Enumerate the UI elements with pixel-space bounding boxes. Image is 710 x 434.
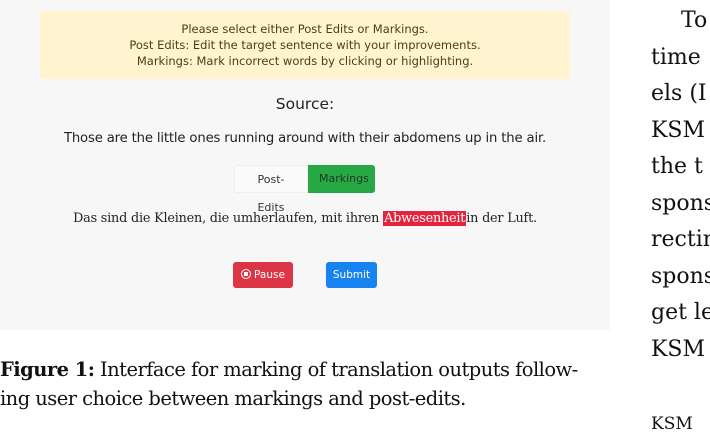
notice-line-2: Post Edits: Edit the target sentence wit… xyxy=(129,38,481,52)
caption-label: Figure 1: xyxy=(0,358,95,381)
right-line: spons xyxy=(651,190,710,216)
figure-caption: Figure 1: Interface for marking of trans… xyxy=(0,355,612,413)
target-text-before[interactable]: Das sind die Kleinen, die umherlaufen, m… xyxy=(73,211,383,226)
notice-line-1: Please select either Post Edits or Marki… xyxy=(181,22,429,36)
source-label: Source: xyxy=(275,95,335,113)
post-edits-button[interactable]: Post-Edits xyxy=(234,165,308,214)
caption-text-1: Interface for marking of translation out… xyxy=(100,358,578,381)
annotation-interface: Please select either Post Edits or Marki… xyxy=(0,0,610,330)
submit-button[interactable]: Submit xyxy=(326,262,377,288)
pause-label: Pause xyxy=(254,269,285,281)
pause-icon xyxy=(241,269,252,279)
instructions-notice: Please select either Post Edits or Marki… xyxy=(40,11,570,79)
right-line: the t xyxy=(651,154,703,179)
right-line: get le xyxy=(651,300,710,325)
target-sentence[interactable]: Das sind die Kleinen, die umherlaufen, m… xyxy=(0,211,610,226)
caption-line-1: Figure 1: Interface for marking of trans… xyxy=(0,355,612,384)
source-sentence: Those are the little ones running around… xyxy=(63,131,547,146)
right-footer-text: KSM xyxy=(651,414,693,434)
markings-button[interactable]: Markings xyxy=(308,165,375,193)
marked-word[interactable]: Abwesenheit xyxy=(383,211,467,226)
right-line: els (I xyxy=(651,81,707,106)
right-line: time xyxy=(651,44,701,70)
right-line: To xyxy=(681,8,708,33)
right-line: rectin xyxy=(651,227,710,252)
pause-button[interactable]: Pause xyxy=(233,262,293,288)
notice-line-3: Markings: Mark incorrect words by clicki… xyxy=(136,54,474,68)
right-line: spons xyxy=(651,263,710,289)
target-text-after[interactable]: in der Luft. xyxy=(466,211,537,226)
right-line: KSM xyxy=(651,117,706,143)
right-column-text: To time els (I KSM the t spons rectin sp… xyxy=(651,3,710,368)
mode-toggle: Post-Edits Markings xyxy=(234,165,375,214)
right-line: KSM xyxy=(651,336,706,362)
caption-line-2: ing user choice between markings and pos… xyxy=(0,387,466,410)
